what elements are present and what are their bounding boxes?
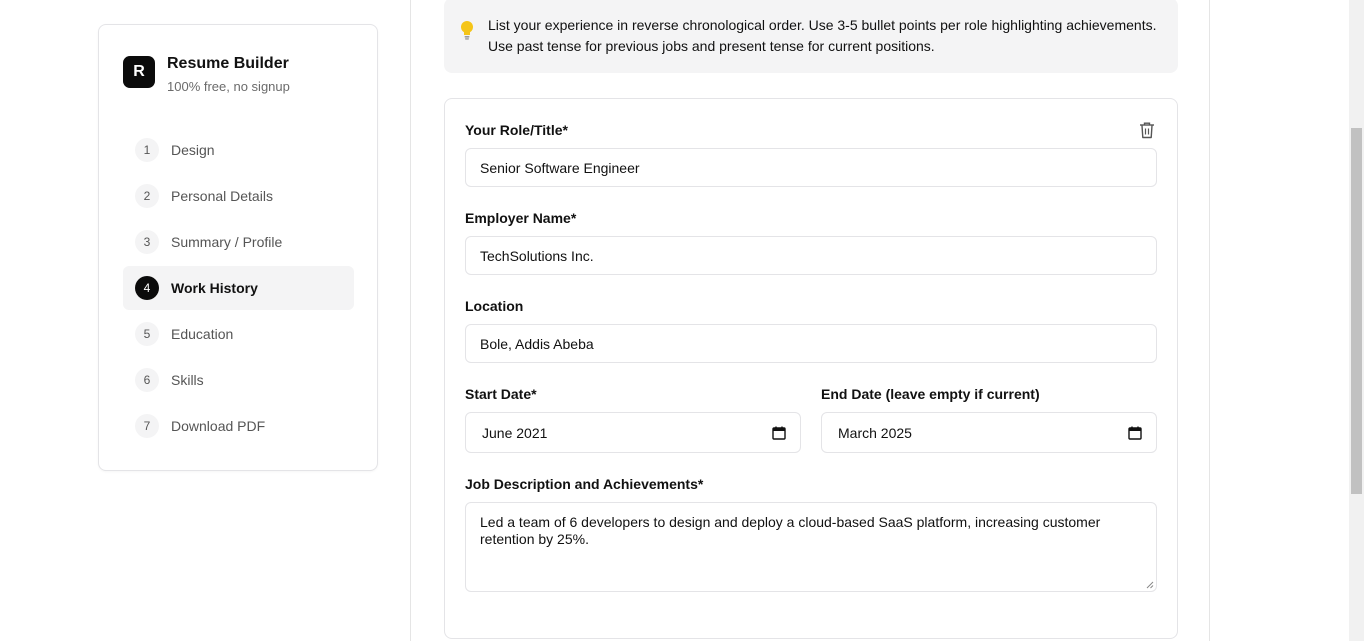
description-text: Led a team of 6 developers to design and… [480,514,1101,547]
employer-input[interactable]: TechSolutions Inc. [465,236,1157,275]
brand-subtitle: 100% free, no signup [167,79,290,94]
brand: R Resume Builder 100% free, no signup [123,53,290,96]
step-number: 7 [135,414,159,438]
scrollbar-thumb[interactable] [1351,128,1362,494]
step-label: Design [171,142,215,158]
step-number: 6 [135,368,159,392]
location-label: Location [465,298,524,314]
step-design[interactable]: 1 Design [123,128,354,172]
step-number: 4 [135,276,159,300]
resize-handle-icon[interactable] [1145,580,1154,589]
description-textarea[interactable]: Led a team of 6 developers to design and… [465,502,1157,592]
role-input[interactable]: Senior Software Engineer [465,148,1157,187]
calendar-icon[interactable] [772,426,786,440]
start-date-input[interactable]: June 2021 [465,412,801,453]
work-entry-card: Your Role/Title* Senior Software Enginee… [444,98,1178,639]
calendar-icon[interactable] [1128,426,1142,440]
page-scrollbar[interactable] [1349,0,1364,641]
location-input[interactable]: Bole, Addis Abeba [465,324,1157,363]
step-number: 1 [135,138,159,162]
step-personal-details[interactable]: 2 Personal Details [123,174,354,218]
step-education[interactable]: 5 Education [123,312,354,356]
employer-label: Employer Name* [465,210,577,226]
step-number: 5 [135,322,159,346]
sidebar: R Resume Builder 100% free, no signup 1 … [98,24,378,471]
resume-builder-page: R Resume Builder 100% free, no signup 1 … [0,0,1364,641]
step-nav: 1 Design 2 Personal Details 3 Summary / … [123,128,354,450]
step-number: 3 [135,230,159,254]
brand-title: Resume Builder [167,55,289,72]
start-date-value: June 2021 [482,424,548,441]
tip-box: List your experience in reverse chronolo… [444,0,1178,73]
main-panel: List your experience in reverse chronolo… [410,0,1210,641]
step-label: Skills [171,372,204,388]
lightbulb-icon [461,21,473,40]
step-skills[interactable]: 6 Skills [123,358,354,402]
role-label: Your Role/Title* [465,122,568,138]
step-label: Education [171,326,234,342]
step-label: Personal Details [171,188,273,204]
step-label: Download PDF [171,418,266,434]
tip-text: List your experience in reverse chronolo… [488,17,1157,54]
end-date-value: March 2025 [838,424,912,441]
step-number: 2 [135,184,159,208]
description-label: Job Description and Achievements* [465,476,704,492]
step-summary-profile[interactable]: 3 Summary / Profile [123,220,354,264]
end-date-input[interactable]: March 2025 [821,412,1157,453]
step-label: Work History [171,280,258,296]
trash-icon[interactable] [1139,121,1155,139]
start-date-label: Start Date* [465,386,537,402]
step-download-pdf[interactable]: 7 Download PDF [123,404,354,448]
end-date-label: End Date (leave empty if current) [821,386,1040,402]
brand-text: Resume Builder 100% free, no signup [167,53,290,96]
step-label: Summary / Profile [171,234,283,250]
step-work-history[interactable]: 4 Work History [123,266,354,310]
brand-logo: R [123,56,155,88]
